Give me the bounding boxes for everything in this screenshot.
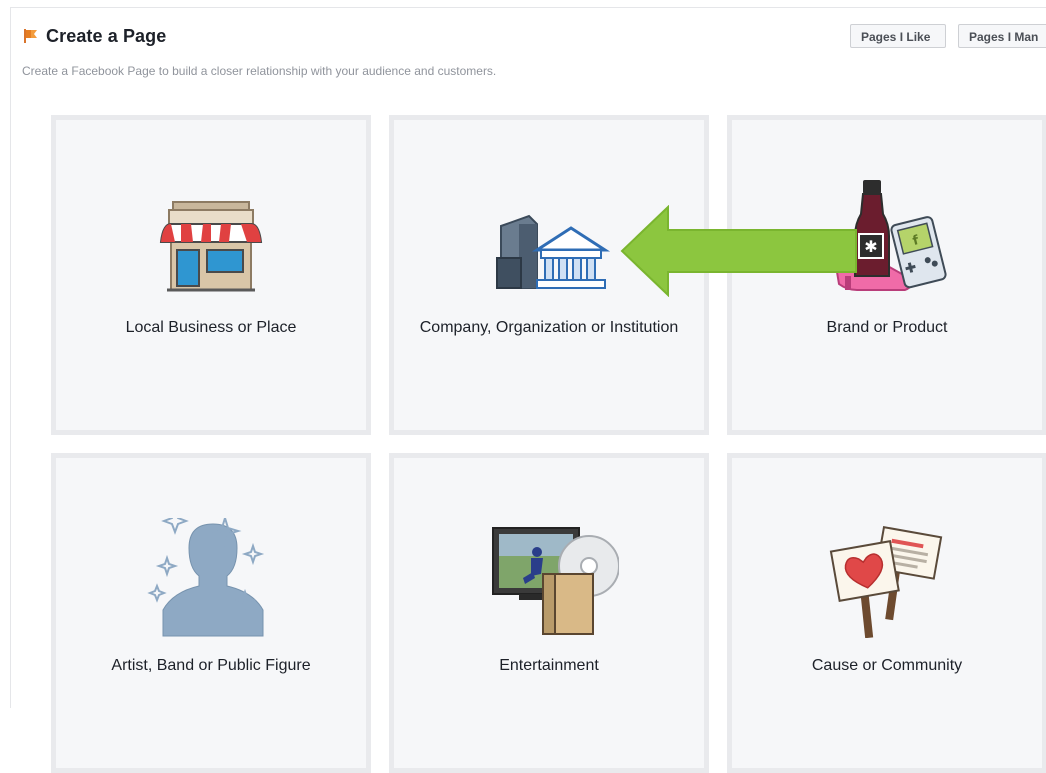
- category-label: Company, Organization or Institution: [419, 319, 679, 336]
- category-label: Brand or Product: [826, 319, 948, 336]
- category-tile-artist[interactable]: Artist, Band or Public Figure: [51, 453, 371, 773]
- svg-text:✱: ✱: [864, 237, 877, 256]
- category-label: Cause or Community: [811, 657, 963, 674]
- flag-icon: [24, 29, 37, 43]
- category-tile-cause[interactable]: Cause or Community: [727, 453, 1046, 773]
- category-tile-entertainment[interactable]: Entertainment: [389, 453, 709, 773]
- category-tile-local-business[interactable]: Local Business or Place: [51, 115, 371, 435]
- category-label: Entertainment: [499, 657, 599, 674]
- page-subtitle: Create a Facebook Page to build a closer…: [22, 64, 497, 78]
- category-label: Artist, Band or Public Figure: [111, 657, 311, 674]
- category-label: Local Business or Place: [125, 319, 297, 336]
- pages-i-like-button[interactable]: Pages I Like: [850, 24, 946, 48]
- person-silhouette-icon: [147, 518, 265, 637]
- tv-dvd-icon: [492, 527, 619, 635]
- page-title: Create a Page: [46, 26, 167, 46]
- storefront-icon: [159, 201, 263, 292]
- pages-i-manage-button[interactable]: Pages I Man: [958, 24, 1046, 48]
- protest-signs-icon: [829, 526, 943, 638]
- green-arrow-icon: [620, 205, 857, 297]
- institution-building-icon: [496, 214, 611, 289]
